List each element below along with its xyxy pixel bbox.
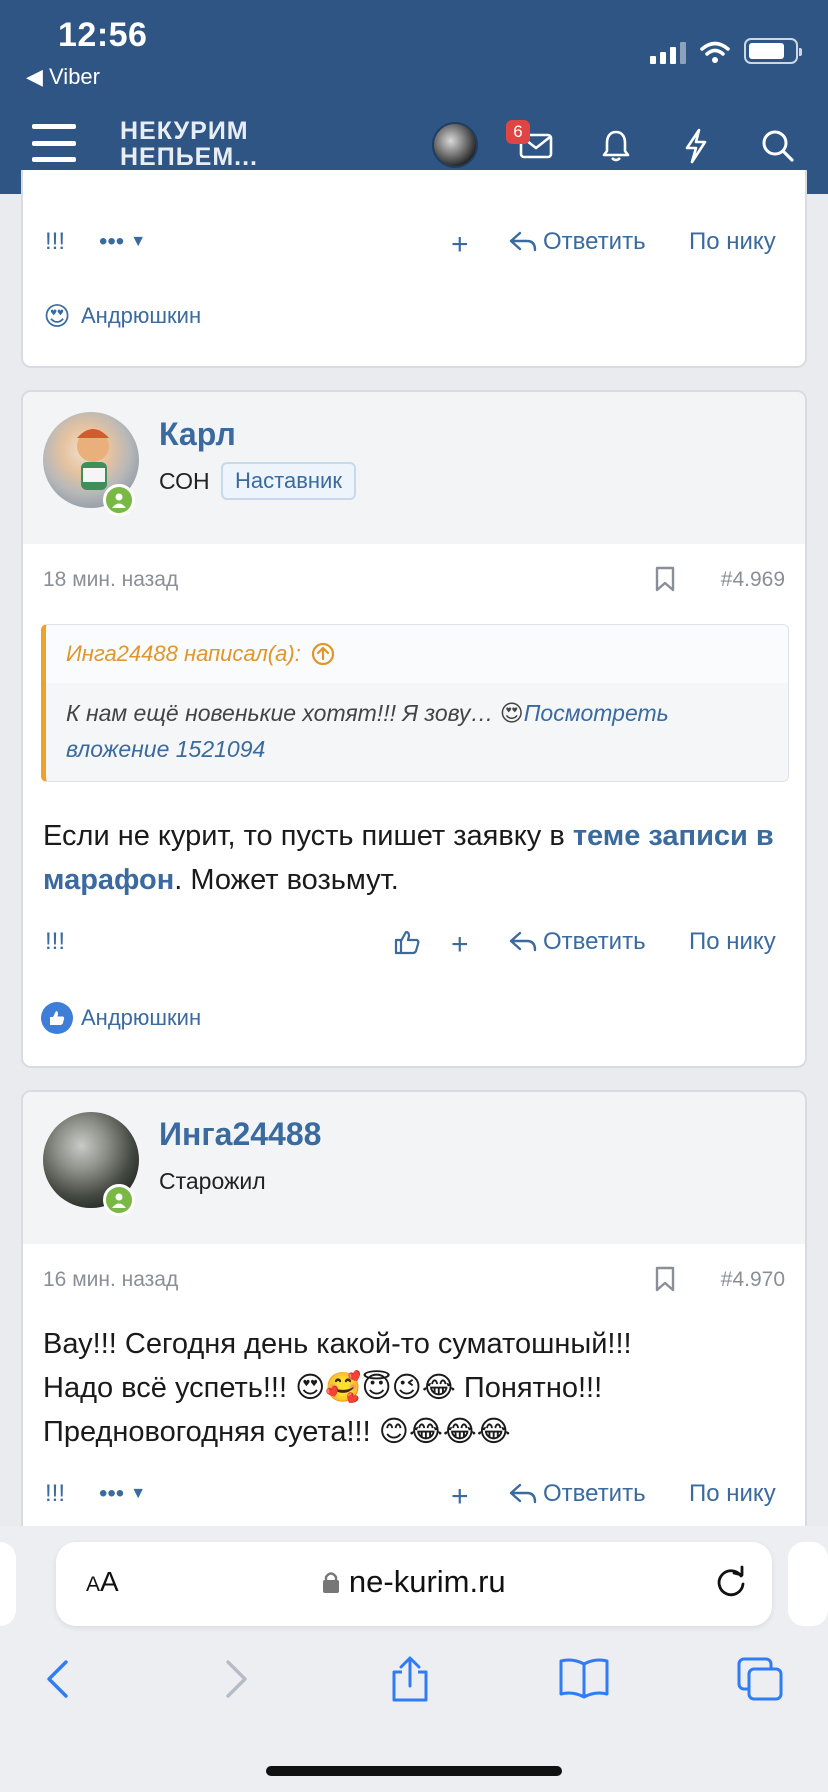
quote-header[interactable]: Инга24488 написал(а): <box>46 625 788 683</box>
share-icon[interactable] <box>388 1656 432 1709</box>
post-number[interactable]: #4.969 <box>721 568 785 592</box>
account-avatar[interactable] <box>432 122 478 168</box>
quote-content: К нам ещё новенькие хотят!!! Я зову… 😍 <box>66 700 524 726</box>
search-icon[interactable] <box>756 124 800 168</box>
like-button[interactable] <box>393 928 421 956</box>
site-logo[interactable]: НЕКУРИМ НЕПЬЕМ... <box>120 118 258 170</box>
reply-icon <box>509 931 537 952</box>
signal-icon <box>650 42 686 64</box>
post-4970: Инга24488 Старожил 16 мин. назад #4.970 … <box>21 1090 807 1550</box>
post-author-name[interactable]: Инга24488 <box>159 1116 321 1153</box>
reaction-user: Андрюшкин <box>81 303 202 328</box>
message-line-1: Вау!!! Сегодня день какой-то суматошный!… <box>43 1328 632 1360</box>
exclaim-button[interactable]: !!! <box>45 228 65 256</box>
post-time[interactable]: 18 мин. назад <box>43 568 178 592</box>
post-author-name[interactable]: Карл <box>159 416 236 453</box>
reply-label: Ответить <box>543 228 646 255</box>
post-number[interactable]: #4.970 <box>721 1268 785 1292</box>
reaction-user: Андрюшкин <box>81 1005 202 1030</box>
bookmark-icon[interactable] <box>655 566 675 597</box>
back-icon[interactable] <box>40 1656 76 1707</box>
post-author-block: Карл СОН Наставник <box>23 392 805 544</box>
online-status-icon <box>103 1184 135 1216</box>
post-4969: Карл СОН Наставник 18 мин. назад #4.969 … <box>21 390 807 1068</box>
tabs-icon[interactable] <box>736 1656 784 1707</box>
battery-icon <box>744 38 802 64</box>
bell-icon[interactable] <box>594 124 638 168</box>
reaction-summary[interactable]: 😍 Андрюшкин <box>41 300 201 332</box>
reply-button[interactable]: Ответить <box>509 228 646 256</box>
quote-block: Инга24488 написал(а): К нам ещё новеньки… <box>41 624 789 782</box>
post-message: Если не курит, то пусть пишет заявку в т… <box>43 814 789 902</box>
status-time: 12:56 <box>58 16 148 54</box>
love-eyes-emoji-icon: 😍 <box>43 301 71 331</box>
previous-tab-peek[interactable] <box>0 1542 16 1626</box>
more-menu-button[interactable]: ••• ▼ <box>99 228 146 256</box>
plus-button[interactable]: + <box>451 228 469 262</box>
quote-author: Инга24488 написал(а): <box>66 641 301 666</box>
url-text: ne-kurim.ru <box>348 1564 506 1599</box>
reply-icon <box>509 231 537 252</box>
plus-button[interactable]: + <box>451 1480 469 1514</box>
next-tab-peek[interactable] <box>788 1542 828 1626</box>
user-title: Старожил <box>159 1168 266 1194</box>
chevron-down-icon: ▼ <box>130 1485 147 1502</box>
bookmarks-icon[interactable] <box>558 1656 610 1705</box>
lightning-icon[interactable] <box>674 124 718 168</box>
browser-address-area: AAAA ne-kurim.ru <box>0 1526 828 1634</box>
quote-text: К нам ещё новенькие хотят!!! Я зову… 😍По… <box>46 683 788 781</box>
online-status-icon <box>103 484 135 516</box>
reply-label: Ответить <box>543 1480 646 1507</box>
post-author-block: Инга24488 Старожил <box>23 1092 805 1244</box>
exclaim-button[interactable]: !!! <box>45 928 65 956</box>
thumbs-up-icon <box>394 930 420 955</box>
by-nick-button[interactable]: По нику <box>689 928 776 956</box>
by-nick-button[interactable]: По нику <box>689 1480 776 1508</box>
message-line-3: Предновогодняя суета!!! 😊😂😂😂 <box>43 1416 511 1448</box>
wifi-icon <box>700 41 730 63</box>
back-to-app-link[interactable]: ◀ Viber <box>26 64 100 90</box>
bookmark-icon[interactable] <box>655 1266 675 1297</box>
home-indicator <box>266 1766 562 1776</box>
message-line-2: Надо всё успеть!!! 😍🥰😇😉😂 Понятно!!! <box>43 1372 603 1404</box>
post-actions: !!! + Ответить По нику <box>23 928 805 968</box>
reply-button[interactable]: Ответить <box>509 928 646 956</box>
browser-toolbar <box>0 1634 828 1792</box>
lock-icon <box>323 1572 340 1593</box>
reply-label: Ответить <box>543 928 646 955</box>
forward-icon[interactable] <box>218 1656 254 1707</box>
more-menu-button[interactable]: ••• ▼ <box>99 1480 146 1508</box>
message-text-end: . Может возьмут. <box>174 864 399 896</box>
status-icons <box>650 38 802 64</box>
chevron-down-icon: ▼ <box>130 233 147 250</box>
address-bar[interactable]: AAAA ne-kurim.ru <box>56 1542 772 1626</box>
user-title: СОН <box>159 468 210 494</box>
exclaim-button[interactable]: !!! <box>45 1480 65 1508</box>
reaction-summary[interactable]: Андрюшкин <box>41 1002 201 1034</box>
user-banner: Наставник <box>221 462 356 500</box>
by-nick-button[interactable]: По нику <box>689 228 776 256</box>
top-header: 12:56 ◀ Viber НЕКУРИМ НЕПЬЕМ... 6 <box>0 0 828 194</box>
post-time[interactable]: 16 мин. назад <box>43 1268 178 1292</box>
like-reaction-icon <box>41 1002 73 1034</box>
post-actions: !!! ••• ▼ + Ответить По нику <box>23 1480 805 1520</box>
reload-icon[interactable] <box>714 1564 748 1605</box>
previous-post: !!! ••• ▼ + Ответить По нику 😍 Андрюшкин <box>21 170 807 368</box>
post-actions: !!! ••• ▼ + Ответить По нику <box>23 228 805 268</box>
inbox-badge: 6 <box>506 120 530 144</box>
message-text-start: Если не курит, то пусть пишет заявку в <box>43 820 573 852</box>
plus-button[interactable]: + <box>451 928 469 962</box>
post-message: Вау!!! Сегодня день какой-то суматошный!… <box>43 1322 789 1454</box>
more-label: ••• <box>99 1480 125 1507</box>
app-root: 12:56 ◀ Viber НЕКУРИМ НЕПЬЕМ... 6 !!! ••… <box>0 0 828 1792</box>
menu-icon[interactable] <box>32 124 76 162</box>
logo-line-1: НЕКУРИМ <box>120 117 249 145</box>
logo-line-2: НЕПЬЕМ... <box>120 143 259 171</box>
url-display[interactable]: ne-kurim.ru <box>56 1564 772 1600</box>
arrow-up-circle-icon <box>311 642 334 666</box>
more-label: ••• <box>99 228 125 255</box>
reply-button[interactable]: Ответить <box>509 1480 646 1508</box>
reply-icon <box>509 1483 537 1504</box>
